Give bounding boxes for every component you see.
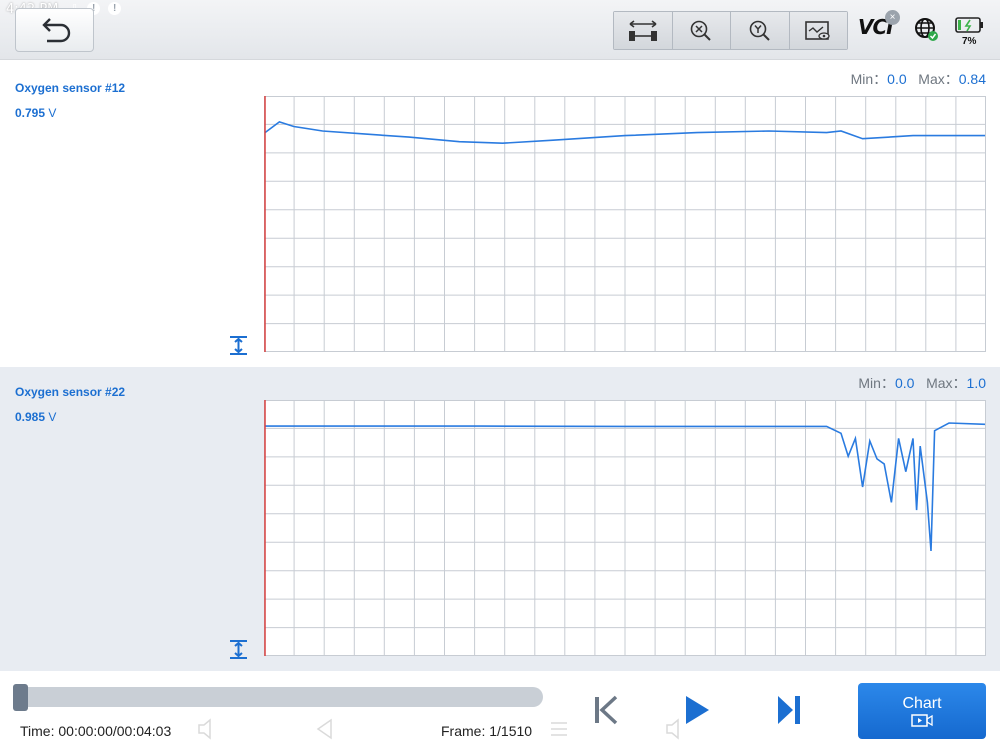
max-label: Max：: [918, 71, 959, 87]
max-value: 1.0: [966, 375, 986, 391]
vci-connection-status[interactable]: VCI ×: [858, 10, 900, 45]
graph-display-button[interactable]: [789, 12, 847, 49]
volume-down-icon: [198, 718, 211, 740]
min-label: Min：: [850, 71, 888, 87]
sensor-unit: V: [48, 106, 57, 120]
chart-button-label: Chart: [902, 695, 942, 712]
play-icon: [686, 696, 709, 724]
skip-previous-icon: [595, 695, 618, 725]
playback-progress-track[interactable]: [14, 687, 543, 707]
min-max-readout: Min：0.0 Max：1.0: [858, 373, 986, 393]
nav-back-icon: [316, 718, 332, 740]
skip-next-icon: [778, 696, 800, 724]
zoom-x-button[interactable]: [672, 12, 731, 49]
back-button[interactable]: [15, 8, 94, 52]
min-max-readout: Min：0.0 Max：0.84: [851, 69, 986, 89]
auto-scale-button[interactable]: [228, 639, 249, 660]
sensor-value: 0.795 V: [15, 106, 56, 120]
sensor-value: 0.985 V: [15, 410, 56, 424]
min-value: 0.0: [894, 375, 915, 391]
top-toolbar: 4:42 PM ⇩ ! !: [0, 0, 1000, 60]
play-button[interactable]: [682, 693, 712, 727]
sensor-value-number: 0.985: [15, 410, 46, 424]
network-globe-icon: [915, 18, 938, 41]
battery-charging-icon: [955, 17, 983, 33]
auto-scale-button[interactable]: [228, 335, 249, 356]
alert-icon-2: !: [108, 2, 122, 15]
sensor-name: Oxygen sensor #22: [15, 385, 126, 399]
sensor-unit: V: [48, 410, 57, 424]
vertical-scale-icon: [230, 336, 247, 355]
battery-status: 7%: [954, 14, 986, 54]
min-value: 0.0: [887, 71, 907, 87]
battery-percent: 7%: [962, 36, 977, 47]
graph-panel-1: Oxygen sensor #12 0.795 V Min：0.0 Max：0.…: [0, 63, 1000, 367]
video-record-icon: [911, 714, 933, 727]
sensor-graph-2[interactable]: [264, 400, 986, 656]
sensor-graph-1[interactable]: [264, 96, 986, 352]
sensor-name: Oxygen sensor #12: [15, 81, 126, 95]
playback-progress-thumb[interactable]: [13, 684, 28, 711]
back-arrow-icon: [41, 18, 70, 43]
skip-next-button[interactable]: [774, 693, 804, 727]
graph-tool-group: [613, 11, 848, 50]
playback-bar: Time: 00:00:00/00:04:03 Frame: 1/1510 Ch…: [0, 671, 1000, 750]
max-label: Max：: [926, 375, 967, 391]
graph-panel-2: Oxygen sensor #22 0.985 V Min：0.0 Max：1.…: [0, 367, 1000, 671]
nav-menu-icon: [551, 722, 567, 736]
max-value: 0.84: [958, 71, 986, 87]
vci-disconnected-icon: ×: [885, 10, 900, 25]
graph-display-icon: [805, 20, 830, 40]
sensor-value-number: 0.795: [15, 106, 46, 120]
vertical-scale-icon: [230, 640, 247, 659]
zoom-y-icon: [749, 20, 770, 41]
compare-mode-button[interactable]: [614, 12, 673, 49]
compare-mode-icon: [628, 19, 657, 41]
frame-counter: Frame: 1/1510: [441, 723, 533, 739]
playback-time: Time: 00:00:00/00:04:03: [20, 723, 172, 739]
zoom-x-icon: [690, 20, 711, 41]
skip-previous-button[interactable]: [591, 693, 621, 727]
zoom-y-button[interactable]: [731, 12, 790, 49]
chart-record-button[interactable]: Chart: [858, 683, 986, 739]
min-label: Min：: [858, 375, 895, 391]
